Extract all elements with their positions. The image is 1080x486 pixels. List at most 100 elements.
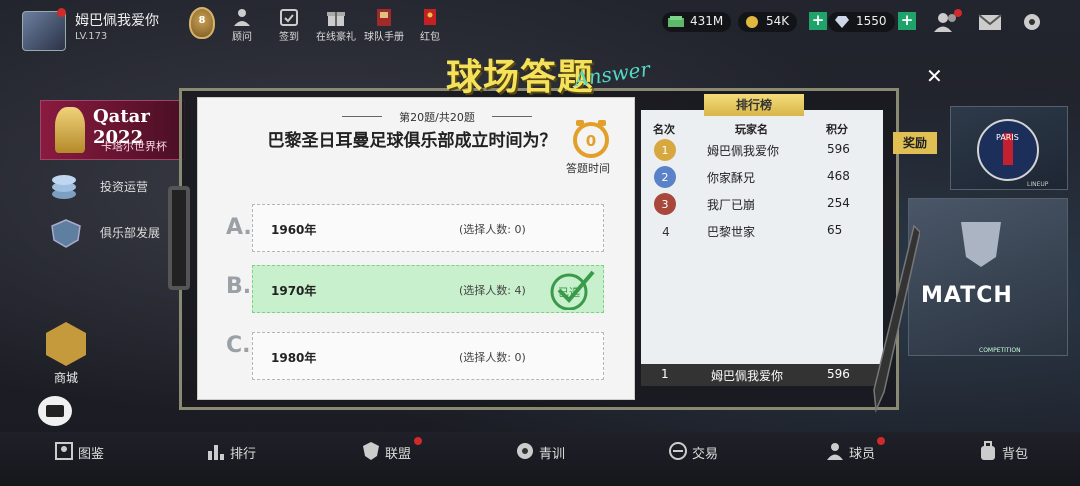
trade-icon: [669, 442, 687, 460]
rank-badge-number: 8: [198, 15, 206, 26]
bronze-medal-icon: 3: [654, 193, 676, 215]
leaderboard-row: 4 巴黎世家 65: [641, 217, 883, 243]
trophy-icon: [961, 222, 1001, 267]
world-cup-banner[interactable]: Qatar 2022 卡塔尔世界杯: [40, 100, 185, 160]
leaderboard-row: 1 姆巴佩我爱你 596: [641, 136, 883, 162]
chat-icon: [46, 405, 64, 417]
nav-label: 背包: [1002, 447, 1029, 462]
option-a[interactable]: 1960年 (选择人数: 0): [252, 204, 604, 252]
shop-button[interactable]: 商城: [42, 322, 90, 388]
youth-training-icon: [517, 443, 533, 459]
row-name: 你家酥兄: [707, 171, 756, 185]
handbook-icon: [377, 9, 391, 26]
clipboard-clip: [168, 186, 190, 290]
avatar[interactable]: [22, 11, 66, 51]
reward-button[interactable]: 奖励: [893, 132, 937, 154]
notification-dot: [57, 8, 66, 17]
chat-button[interactable]: [38, 396, 72, 426]
cash-icon: [668, 16, 684, 27]
red-envelope-icon: [424, 9, 436, 25]
coins-stack-icon: [52, 175, 76, 199]
leaderboard-row: 3 我厂已崩 254: [641, 190, 883, 216]
selected-stamp-text: 已选: [558, 286, 580, 299]
option-count: (选择人数: 4): [459, 284, 526, 297]
checkin-icon: [280, 9, 298, 26]
psg-lineup-card[interactable]: PARIS: [950, 106, 1068, 190]
trophy-icon: [55, 107, 85, 153]
option-b-letter: B.: [226, 274, 252, 299]
club-badge-icon: [51, 219, 81, 248]
option-c[interactable]: 1980年 (选择人数: 0): [252, 332, 604, 380]
match-sub-label: COMPETITION: [979, 347, 1021, 354]
leaderboard-row: 2 你家酥兄 468: [641, 163, 883, 189]
nav-label: 球员: [849, 447, 876, 462]
row-name: 我厂已崩: [707, 198, 756, 212]
row-rank: 4: [662, 225, 670, 239]
side-item-label: 俱乐部发展: [100, 226, 161, 240]
league-icon: [363, 442, 379, 460]
match-label: MATCH: [921, 283, 1013, 308]
player-icon: [827, 443, 843, 460]
my-name: 姆巴佩我爱你: [711, 369, 784, 383]
codex-icon: [55, 442, 73, 460]
question-counter: 第20题/共20题: [342, 109, 532, 125]
my-rank-row: 1 姆巴佩我爱你 596: [641, 364, 883, 386]
top-menu-label: 红包: [420, 32, 440, 43]
coins-counter: 54K: [738, 12, 798, 32]
row-name: 姆巴佩我爱你: [707, 144, 780, 158]
top-menu-red-envelope[interactable]: 红包: [402, 7, 458, 43]
ranking-icon: [208, 445, 224, 460]
add-diamonds-button[interactable]: +: [898, 12, 916, 30]
cash-counter: 431M: [662, 12, 732, 32]
quiz-title: 球场答题: [446, 57, 595, 98]
notification-dot: [414, 437, 422, 445]
top-bar: 姆巴佩我爱你 LV.173 8 顾问 签到 在线豪礼 球队手册 红包 431M …: [0, 0, 1080, 51]
close-icon[interactable]: ✕: [926, 64, 943, 88]
banner-subtitle: 卡塔尔世界杯: [101, 140, 167, 153]
medal-rank: 3: [662, 198, 669, 211]
medal-rank: 2: [662, 171, 669, 184]
backpack-icon: [981, 441, 995, 460]
player-level: LV.173: [75, 31, 108, 42]
row-score: 65: [827, 223, 843, 237]
mail-icon[interactable]: [978, 11, 1002, 33]
player-name: 姆巴佩我爱你: [75, 13, 159, 29]
row-score: 596: [827, 142, 850, 156]
nav-label: 排行: [230, 447, 257, 462]
header-name: 玩家名: [735, 123, 768, 136]
nav-label: 青训: [539, 447, 566, 462]
nav-label: 联盟: [385, 447, 412, 462]
advisor-icon: [234, 9, 250, 26]
option-value: 1970年: [271, 284, 317, 298]
row-score: 254: [827, 196, 850, 210]
option-count: (选择人数: 0): [459, 223, 526, 236]
nav-label: 图鉴: [78, 447, 105, 462]
option-value: 1980年: [271, 351, 317, 365]
timer-label: 答题时间: [566, 162, 610, 175]
gear-icon[interactable]: [1020, 11, 1044, 33]
question-text: 巴黎圣日耳曼足球俱乐部成立时间为？: [267, 131, 557, 151]
header-rank: 名次: [653, 123, 675, 136]
option-b[interactable]: 1970年 (选择人数: 4) 已选: [252, 265, 604, 313]
psg-label: PARIS: [996, 133, 1019, 142]
pen-icon: [873, 224, 920, 413]
gift-icon: [327, 12, 345, 26]
my-rank: 1: [661, 367, 669, 381]
alarm-clock-icon: 0: [573, 120, 609, 158]
header-score: 积分: [826, 123, 848, 136]
side-item-investment[interactable]: 投资运营: [48, 168, 188, 204]
timer-value: 0: [586, 132, 596, 150]
match-card[interactable]: MATCH COMPETITION: [908, 198, 1068, 356]
side-item-club-development[interactable]: 俱乐部发展: [48, 214, 188, 250]
option-count: (选择人数: 0): [459, 351, 526, 364]
add-coins-button[interactable]: +: [809, 12, 827, 30]
option-value: 1960年: [271, 223, 317, 237]
row-score: 468: [827, 169, 850, 183]
side-item-label: 投资运营: [100, 180, 149, 194]
medal-rank: 1: [662, 144, 669, 157]
psg-crest-icon: [977, 119, 1039, 181]
silver-medal-icon: 2: [654, 166, 676, 188]
row-name: 巴黎世家: [707, 225, 756, 239]
shopping-bag-icon: [46, 322, 86, 366]
diamond-icon: [835, 16, 849, 28]
